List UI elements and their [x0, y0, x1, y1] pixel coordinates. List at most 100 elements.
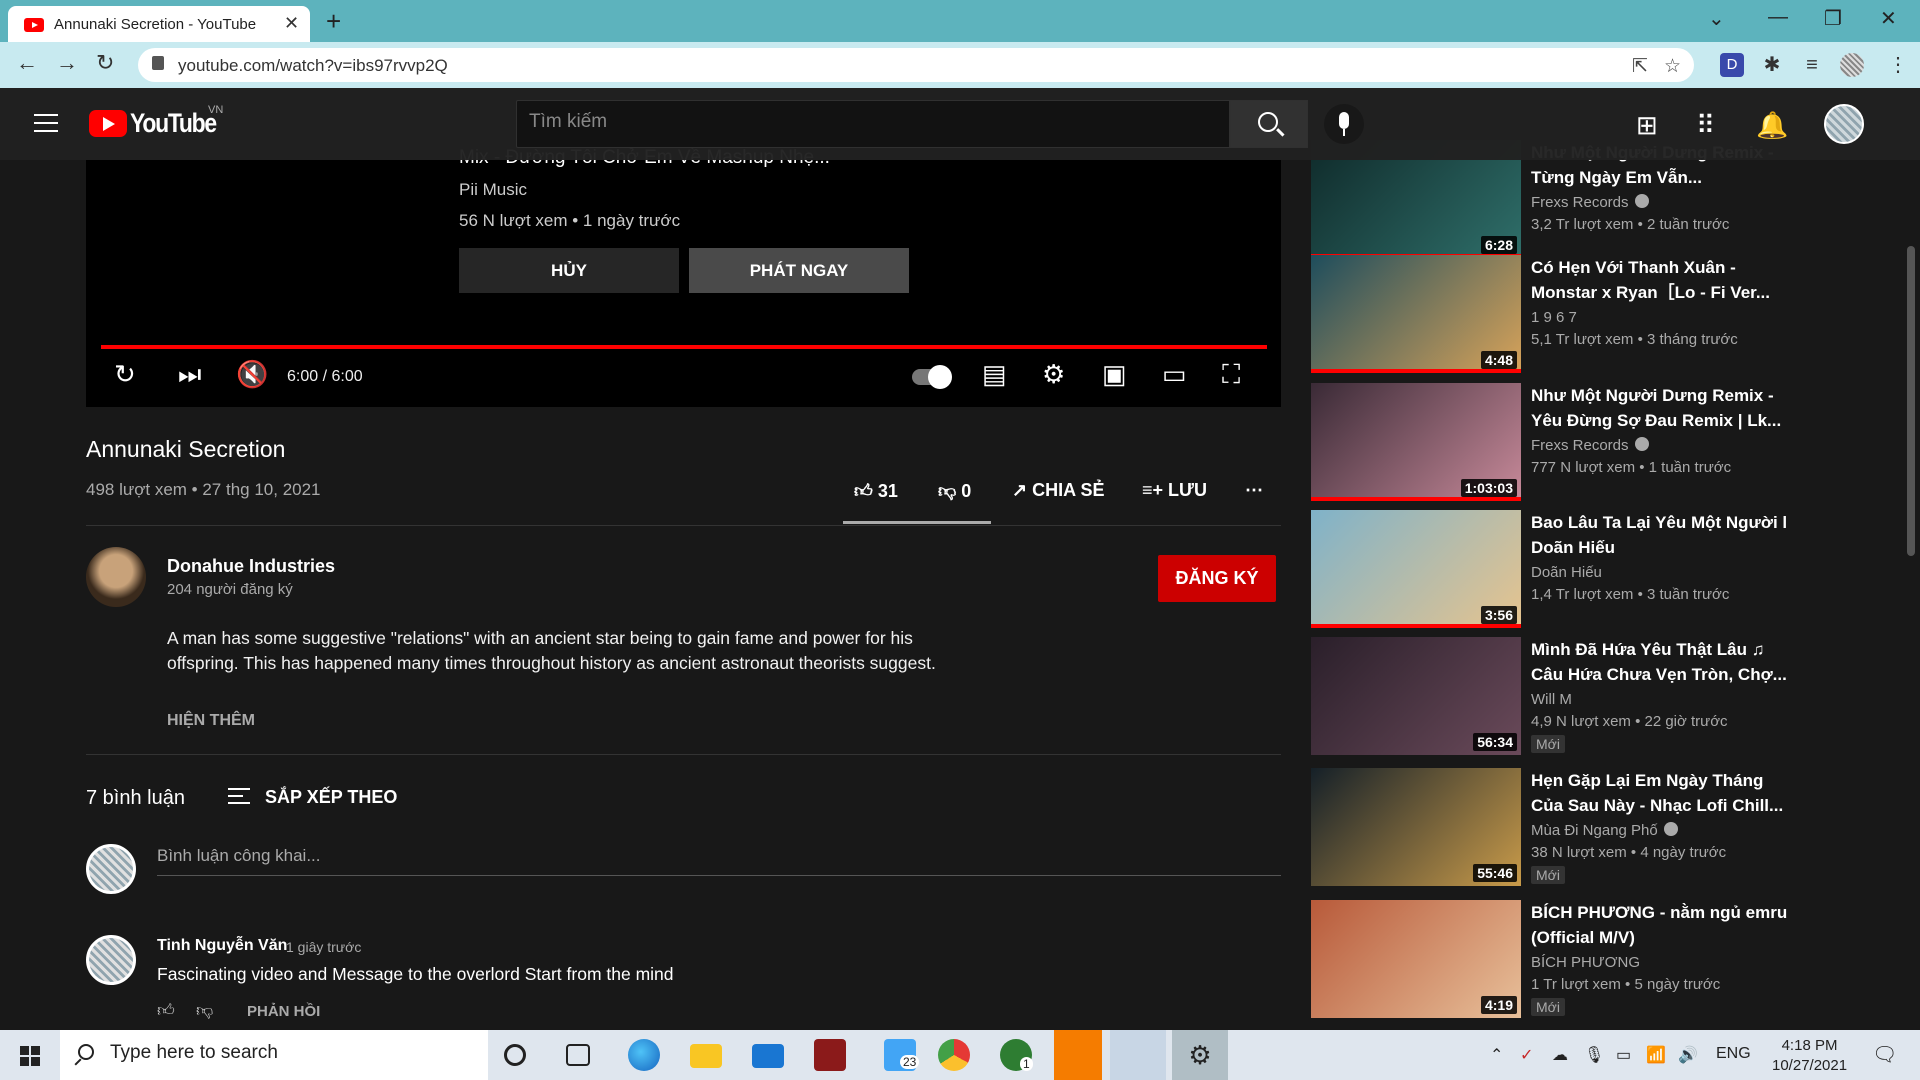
notifications-icon[interactable]: 🗨	[1872, 1042, 1897, 1067]
video-thumbnail[interactable]: 4:19	[1311, 900, 1521, 1018]
sort-by-button[interactable]: SẮP XẾP THEO	[265, 787, 397, 808]
taskbar-search-input[interactable]	[110, 1042, 470, 1064]
xbox-icon[interactable]: 1	[1000, 1039, 1033, 1071]
reading-list-icon[interactable]: ≡	[1800, 53, 1824, 77]
related-video-title[interactable]: Hẹn Gặp Lại Em Ngày Tháng Của Sau Này - …	[1531, 768, 1791, 818]
related-video-channel[interactable]: Mùa Đi Ngang Phố	[1531, 822, 1678, 839]
comment-input-field[interactable]	[157, 846, 1281, 876]
save-button[interactable]: ≡+ LƯU	[1142, 480, 1207, 501]
voice-search-mic-icon[interactable]	[1324, 104, 1364, 144]
settings-gear-icon[interactable]: ⚙	[1042, 359, 1065, 390]
reply-button[interactable]: PHẢN HỒI	[247, 1003, 320, 1020]
account-avatar[interactable]	[1824, 104, 1864, 144]
like-button[interactable]: 👍︎ 31	[854, 480, 898, 502]
extension-d-icon[interactable]: D	[1720, 53, 1744, 77]
related-video-channel[interactable]: BÍCH PHƯƠNG	[1531, 954, 1640, 971]
page-scrollbar[interactable]	[1907, 246, 1915, 556]
file-explorer-icon[interactable]	[690, 1044, 722, 1068]
related-video-channel[interactable]: Frexs Records	[1531, 437, 1649, 454]
autoplay-toggle[interactable]	[912, 365, 952, 389]
search-input[interactable]	[529, 111, 1209, 133]
related-video-item[interactable]: 4:48 Có Hẹn Với Thanh Xuân - Monstar x Ry…	[1311, 255, 1791, 373]
next-icon[interactable]: ⏭	[178, 359, 201, 391]
apps-grid-icon[interactable]: ⠿	[1696, 110, 1715, 141]
related-video-title[interactable]: BÍCH PHƯƠNG - nằm ngủ emru (Official M/V…	[1531, 900, 1791, 950]
related-video-channel[interactable]: Will M	[1531, 691, 1572, 708]
related-video-channel[interactable]: Frexs Records	[1531, 194, 1649, 211]
related-video-title[interactable]: Như Một Người Dưng Remix - Yêu Đừng Sợ Đ…	[1531, 383, 1791, 433]
antivirus-tray-icon[interactable]: ✓	[1520, 1045, 1533, 1065]
create-video-icon[interactable]: ⊞	[1636, 110, 1658, 141]
commenter-avatar[interactable]	[86, 935, 136, 985]
battery-icon[interactable]: ▭	[1616, 1045, 1631, 1065]
address-bar[interactable]: youtube.com/watch?v=ibs97rvvp2Q ⇱ ☆	[138, 48, 1694, 82]
related-video-item[interactable]: 56:34 Mình Đã Hứa Yêu Thật Lâu ♫ Câu Hứa …	[1311, 637, 1791, 755]
channel-avatar[interactable]	[86, 547, 146, 607]
input-language[interactable]: ENG	[1716, 1045, 1751, 1063]
window-close-icon[interactable]: ✕	[1880, 6, 1897, 31]
edge-browser-icon[interactable]	[628, 1039, 660, 1071]
tab-close-icon[interactable]: ✕	[284, 13, 299, 34]
extensions-puzzle-icon[interactable]: ✱	[1760, 53, 1784, 77]
chrome-active-window[interactable]	[1110, 1030, 1166, 1080]
chrome-icon[interactable]	[938, 1039, 970, 1071]
cancel-autoplay-button[interactable]: HỦY	[459, 248, 679, 293]
microphone-tray-icon[interactable]: 🎙	[1584, 1045, 1604, 1065]
lock-icon[interactable]	[152, 56, 164, 70]
related-video-item[interactable]: 4:19 BÍCH PHƯƠNG - nằm ngủ emru (Official…	[1311, 900, 1791, 1018]
back-icon[interactable]: ←	[16, 50, 38, 76]
youtube-logo-icon[interactable]	[89, 110, 127, 137]
reload-icon[interactable]: ↻	[96, 50, 114, 76]
browser-menu-icon[interactable]: ⋮	[1886, 53, 1910, 77]
fullscreen-icon[interactable]: ⛶	[1222, 359, 1240, 391]
subtitles-icon[interactable]: ▤	[982, 359, 1007, 390]
game-app-icon[interactable]	[814, 1039, 846, 1071]
muted-volume-icon[interactable]: 🔇	[236, 359, 268, 390]
guide-menu-icon[interactable]	[34, 114, 58, 132]
tab-search-chevron-icon[interactable]: ⌄	[1708, 6, 1725, 31]
notifications-bell-icon[interactable]: 🔔	[1756, 110, 1788, 141]
comment-dislike-icon[interactable]: 👎︎	[196, 1000, 213, 1021]
calendar-app-icon[interactable]: 23	[884, 1039, 920, 1071]
progress-bar[interactable]	[101, 345, 1267, 349]
profile-avatar-icon[interactable]	[1840, 53, 1864, 77]
mail-icon[interactable]	[752, 1044, 784, 1068]
theater-mode-icon[interactable]: ▭	[1162, 359, 1187, 390]
network-tray-icon[interactable]: ☁	[1552, 1045, 1568, 1065]
search-box[interactable]	[516, 100, 1230, 148]
restore-icon[interactable]: ❐	[1824, 6, 1842, 31]
tray-chevron-icon[interactable]: ⌃	[1490, 1045, 1503, 1065]
related-video-title[interactable]: Bao Lâu Ta Lại Yêu Một Người l Doãn Hiếu	[1531, 510, 1791, 560]
system-clock[interactable]: 4:18 PM 10/27/2021	[1772, 1036, 1847, 1076]
minimize-icon[interactable]: —	[1768, 6, 1788, 29]
new-tab-icon[interactable]: +	[326, 6, 341, 37]
related-video-item[interactable]: 3:56 Bao Lâu Ta Lại Yêu Một Người l Doãn …	[1311, 510, 1791, 628]
cortana-icon[interactable]	[504, 1044, 526, 1066]
related-video-channel[interactable]: Doãn Hiếu	[1531, 564, 1602, 581]
comment-input[interactable]	[157, 846, 1281, 866]
wifi-icon[interactable]: 📶	[1646, 1045, 1666, 1065]
related-video-channel[interactable]: 1 9 6 7	[1531, 309, 1577, 326]
miniplayer-icon[interactable]: ▣	[1102, 359, 1127, 390]
task-view-icon[interactable]	[566, 1044, 590, 1066]
related-video-item[interactable]: 1:03:03 Như Một Người Dưng Remix - Yêu Đừ…	[1311, 383, 1791, 501]
share-button[interactable]: ↗ CHIA SẺ	[1012, 480, 1104, 501]
windows-start-icon[interactable]	[20, 1046, 40, 1066]
video-thumbnail[interactable]: 3:56	[1311, 510, 1521, 628]
youtube-logo-text[interactable]: YouTube	[130, 108, 217, 139]
forward-icon[interactable]: →	[56, 50, 78, 76]
taskbar-search-box[interactable]	[60, 1030, 488, 1080]
related-video-title[interactable]: Có Hẹn Với Thanh Xuân - Monstar x Ryan［L…	[1531, 255, 1791, 305]
video-thumbnail[interactable]: 56:34	[1311, 637, 1521, 755]
play-now-button[interactable]: PHÁT NGAY	[689, 248, 909, 293]
video-thumbnail[interactable]: 1:03:03	[1311, 383, 1521, 501]
subscribe-button[interactable]: ĐĂNG KÝ	[1158, 555, 1276, 602]
bookmark-star-icon[interactable]: ☆	[1664, 55, 1681, 78]
more-actions-icon[interactable]: ⋯	[1245, 480, 1263, 501]
comment-author[interactable]: Tinh Nguyễn Văn	[157, 937, 287, 955]
open-in-app-icon[interactable]: ⇱	[1632, 55, 1648, 78]
video-thumbnail[interactable]: 4:48	[1311, 255, 1521, 373]
video-thumbnail[interactable]: 55:46	[1311, 768, 1521, 886]
show-more-button[interactable]: HIỆN THÊM	[167, 712, 255, 730]
comment-like-icon[interactable]: 👍︎	[157, 1000, 175, 1021]
